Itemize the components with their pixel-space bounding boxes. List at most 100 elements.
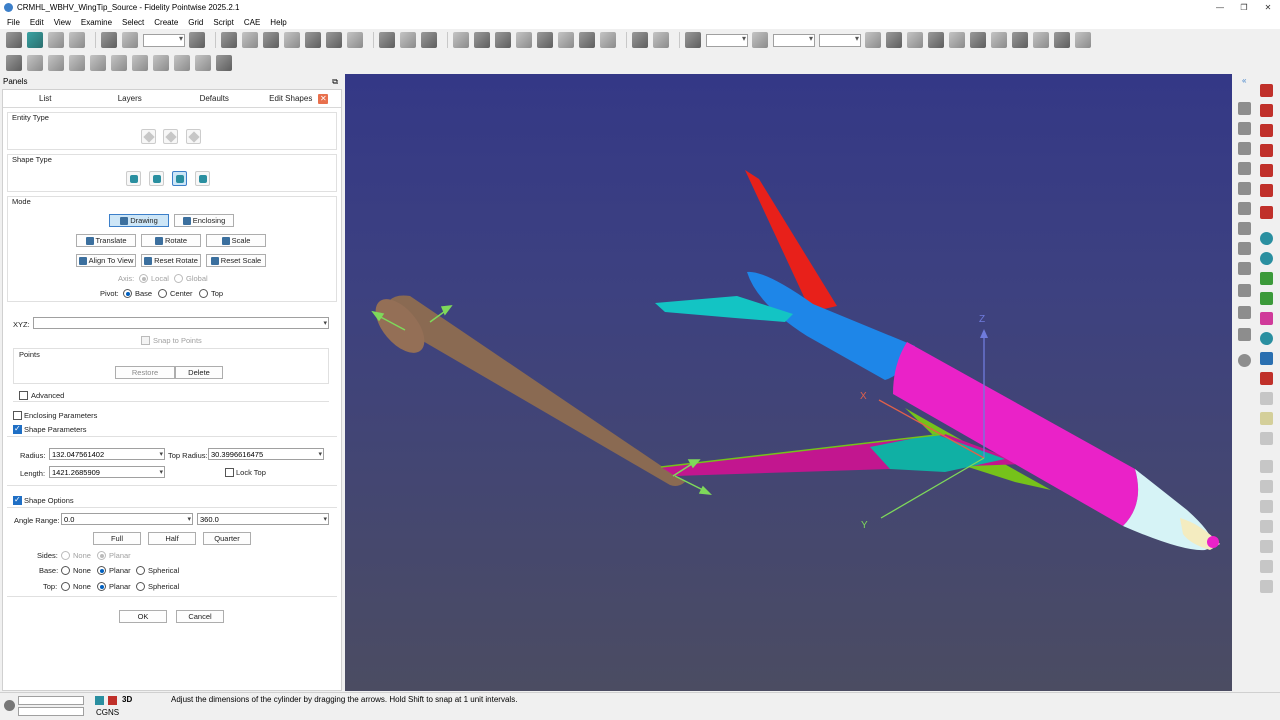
undo-icon[interactable] [48,32,64,48]
curve-icon[interactable] [284,32,300,48]
entity-curve-icon[interactable] [163,129,178,144]
tab-layers[interactable]: Layers [88,90,173,107]
select-icon[interactable] [101,32,117,48]
project-icon[interactable] [600,32,616,48]
eraser-icon[interactable] [195,55,211,71]
eye-icon[interactable] [1260,252,1273,265]
ok-button[interactable]: OK [119,610,167,623]
top-radius-field[interactable]: 30.3996616475 ▾ [208,448,324,460]
menu-grid[interactable]: Grid [183,18,208,27]
view-icon[interactable] [1238,102,1251,115]
rotate-icon[interactable] [90,55,106,71]
view-y-icon[interactable] [1260,124,1273,137]
fuselage-rear[interactable] [747,271,915,380]
menu-cae[interactable]: CAE [239,18,265,27]
top-spherical-radio[interactable] [136,582,145,591]
box-icon[interactable] [242,32,258,48]
arc-icon[interactable] [400,32,416,48]
line-icon[interactable] [379,32,395,48]
mirror-icon[interactable] [132,55,148,71]
view-x-icon[interactable] [1260,84,1273,97]
spacing-icon[interactable] [752,32,768,48]
diamond-icon[interactable] [263,32,279,48]
eye-icon[interactable] [1260,232,1273,245]
full-button[interactable]: Full [93,532,141,545]
pivot-center-radio[interactable] [158,289,167,298]
top-none-radio[interactable] [61,582,70,591]
rotate-button[interactable]: Rotate [141,234,201,247]
points-icon[interactable] [153,55,169,71]
pivot-base-radio[interactable] [123,289,132,298]
maximize-button[interactable]: ❐ [1232,0,1256,15]
float-panel-icon[interactable]: ⧉ [332,76,338,88]
tool-icon[interactable] [1260,540,1273,553]
shield-icon[interactable] [6,55,22,71]
view-icon[interactable] [1238,306,1251,319]
delete-button[interactable]: Delete [175,366,223,379]
close-tab-icon[interactable]: ✕ [318,93,329,104]
sum-icon[interactable] [928,32,944,48]
drawing-button[interactable]: Drawing [109,214,169,227]
extrude-icon[interactable] [495,32,511,48]
menu-select[interactable]: Select [117,18,149,27]
dimension-icon[interactable] [685,32,701,48]
shape-cone-icon[interactable] [172,171,187,186]
3d-viewport[interactable]: Z X Y [345,74,1232,691]
info-icon[interactable] [991,32,1007,48]
erase-icon[interactable] [949,32,965,48]
solver-icon[interactable] [108,696,117,705]
entity-surface-icon[interactable] [186,129,201,144]
menu-examine[interactable]: Examine [76,18,117,27]
tool-icon[interactable] [1260,500,1273,513]
enclosing-button[interactable]: Enclosing [174,214,234,227]
fit-icon[interactable] [216,55,232,71]
script-icon[interactable] [1054,32,1070,48]
sides-planar-radio[interactable] [97,551,106,560]
mask-icon[interactable] [189,32,205,48]
distribute-icon[interactable] [907,32,923,48]
eye-icon[interactable] [1260,332,1273,345]
menu-edit[interactable]: Edit [25,18,49,27]
warning-icon[interactable] [1033,32,1049,48]
spline-icon[interactable] [421,32,437,48]
sphere-icon[interactable] [305,32,321,48]
collapse-icon[interactable]: « [1242,76,1252,86]
base-planar-radio[interactable] [97,566,106,575]
grid-view-icon[interactable] [1260,352,1273,365]
shape-options-checkbox[interactable] [13,495,22,505]
probe-icon[interactable] [1260,372,1273,385]
view-x-icon[interactable] [1260,104,1273,117]
tool-icon[interactable] [1260,412,1273,425]
quarter-button[interactable]: Quarter [203,532,251,545]
shape-icon[interactable] [347,32,363,48]
growth-combo[interactable] [819,33,861,47]
restore-button[interactable]: Restore [115,366,175,379]
cone-shape[interactable] [366,291,685,486]
shape-sphere-icon[interactable] [195,171,210,186]
view-z-icon[interactable] [1260,164,1273,177]
tool-icon[interactable] [1260,480,1273,493]
advanced-checkbox[interactable] [19,391,28,400]
node-icon[interactable] [1260,272,1273,285]
solver-icon[interactable] [95,696,104,705]
shape-box-icon[interactable] [126,171,141,186]
spacing-combo[interactable] [773,33,815,47]
base-spherical-radio[interactable] [136,566,145,575]
length-field[interactable]: 1421.2685909 ▾ [49,466,165,478]
snap-to-points-checkbox[interactable] [141,336,150,345]
shape-cylinder-icon[interactable] [149,171,164,186]
axis-global-radio[interactable] [174,274,183,283]
half-button[interactable]: Half [148,532,196,545]
view-icon[interactable] [1238,328,1251,341]
minimize-button[interactable]: — [1208,0,1232,15]
reset-rotate-button[interactable]: Reset Rotate [141,254,201,267]
redo-icon[interactable] [69,32,85,48]
tool-icon[interactable] [1260,580,1273,593]
sides-none-radio[interactable] [61,551,70,560]
tool-icon[interactable] [1260,392,1273,405]
view-icon[interactable] [1238,162,1251,175]
new-icon[interactable] [6,32,22,48]
align-to-view-button[interactable]: Align To View [76,254,136,267]
edit-icon[interactable] [48,55,64,71]
grid-icon[interactable] [632,32,648,48]
